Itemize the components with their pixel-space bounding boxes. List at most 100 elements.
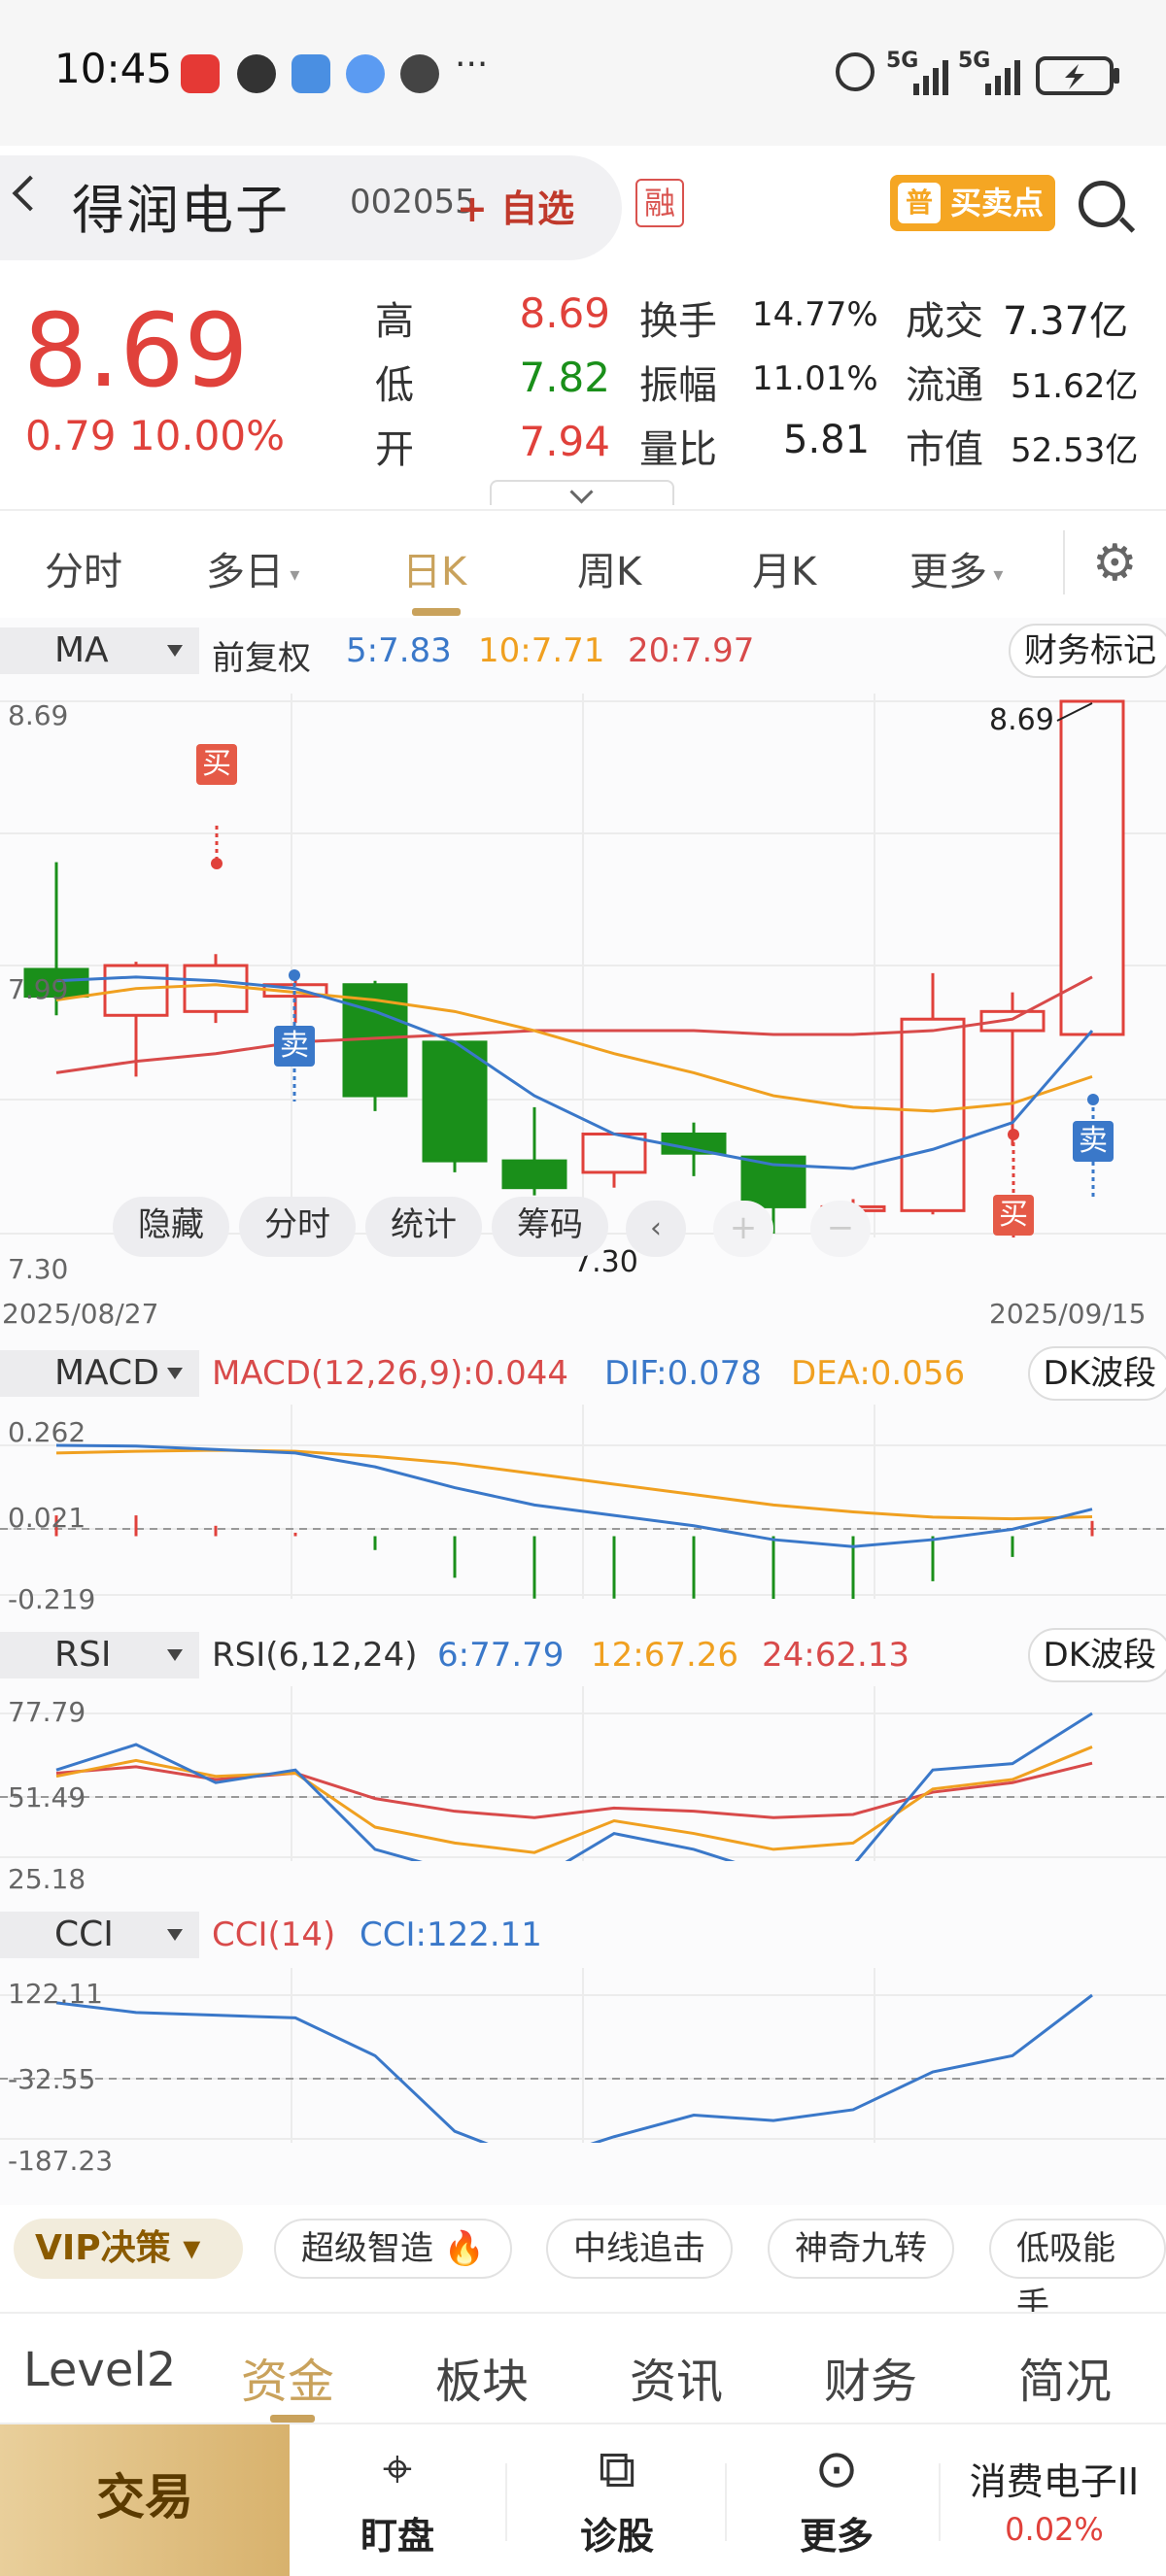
- margin-trading-badge[interactable]: 融: [635, 179, 684, 227]
- kline-y-top: 8.69: [8, 699, 69, 731]
- tab-fenshi[interactable]: 分时: [45, 540, 122, 596]
- buy-marker[interactable]: 买: [196, 744, 237, 785]
- cci-select-label: CCI: [54, 1915, 114, 1954]
- dk-wave-button[interactable]: DK波段: [1027, 1346, 1166, 1401]
- tab-profile[interactable]: 简况: [1018, 2343, 1112, 2411]
- zoom-in-button[interactable]: +: [713, 1201, 773, 1257]
- tab-weekly-k[interactable]: 周K: [577, 540, 641, 596]
- macd-select-label: MACD: [54, 1353, 159, 1393]
- status-bar: 10:45 ··· 5G 5G: [0, 0, 1166, 146]
- tab-news[interactable]: 资讯: [630, 2343, 723, 2411]
- dif-line: [55, 1443, 1093, 1548]
- divider: [505, 2463, 507, 2541]
- turnover-value: 14.77%: [752, 295, 878, 334]
- more-button[interactable]: ⊙ 更多: [764, 2438, 909, 2559]
- open-value: 7.94: [519, 418, 610, 465]
- hide-button[interactable]: 隐藏: [113, 1197, 229, 1257]
- sector-change: 0.02%: [1005, 2511, 1104, 2548]
- tab-funds[interactable]: 资金: [241, 2343, 334, 2411]
- indicator-select-cci[interactable]: CCI: [0, 1912, 199, 1958]
- buy-dot: [1008, 1129, 1019, 1140]
- tab-daily-k[interactable]: 日K: [402, 540, 466, 596]
- vip-decision-button[interactable]: VIP决策 ▾: [14, 2219, 243, 2279]
- buy-marker[interactable]: 买: [993, 1195, 1034, 1236]
- indicator-select-macd[interactable]: MACD: [0, 1350, 199, 1397]
- float-label: 流通: [906, 363, 983, 408]
- add-watchlist-button[interactable]: + 自选: [457, 179, 574, 232]
- sector-name: 消费电子II: [969, 2460, 1140, 2503]
- fenshi-button[interactable]: 分时: [239, 1197, 356, 1257]
- tab-more-label: 更多: [909, 550, 987, 594]
- date-end: 2025/09/15: [989, 1298, 1147, 1330]
- dk-wave-button[interactable]: DK波段: [1027, 1628, 1166, 1682]
- tab-finance[interactable]: 财务: [824, 2343, 917, 2411]
- rsi12-line: [55, 1746, 1093, 1854]
- tab-monthly-k[interactable]: 月K: [752, 540, 816, 596]
- sell-marker[interactable]: 卖: [274, 1026, 315, 1067]
- battery-charging-icon: [1036, 56, 1119, 95]
- watch-button[interactable]: ⌖ 盯盘: [325, 2438, 470, 2559]
- quote-panel: 8.69 0.79 10.00% 高 8.69 低 7.82 开 7.94 换手…: [0, 280, 1166, 505]
- caret-down-icon: ▾: [183, 2228, 201, 2268]
- rsi24-line: [55, 1761, 1093, 1819]
- low-value: 7.82: [519, 354, 610, 401]
- buysell-point-button[interactable]: 普 买卖点: [890, 175, 1055, 231]
- crosshair-icon: ⌖: [382, 2438, 413, 2499]
- dif-value: DIF:0.078: [604, 1354, 762, 1393]
- macd-chart[interactable]: [0, 1405, 1166, 1599]
- trade-button[interactable]: 交易: [0, 2424, 290, 2576]
- candle-body: [422, 1040, 488, 1163]
- signal-icon: [985, 60, 1020, 95]
- mktcap-label: 市值: [906, 427, 983, 472]
- divider: [939, 2463, 941, 2541]
- ma-select-label: MA: [54, 630, 109, 670]
- caret-down-icon: ▾: [987, 562, 1004, 586]
- sell-dot: [289, 969, 300, 981]
- bottom-action-bar: 交易 ⌖ 盯盘 ⧉ 诊股 ⊙ 更多 消费电子II 0.02%: [0, 2423, 1166, 2576]
- financial-marker-button[interactable]: 财务标记: [1009, 624, 1166, 678]
- sell-dot: [1087, 1094, 1099, 1105]
- kline-chart[interactable]: [0, 694, 1166, 1237]
- rsi-y-bot: 25.18: [8, 1863, 86, 1895]
- adj-label[interactable]: 前复权: [212, 631, 311, 679]
- scroll-left-button[interactable]: ‹: [626, 1201, 686, 1257]
- magic-nine-button[interactable]: 神奇九转: [768, 2219, 954, 2279]
- pulse-chart-icon: ⧉: [598, 2438, 636, 2499]
- dropdown-icon: [167, 1368, 183, 1379]
- sell-marker[interactable]: 卖: [1073, 1121, 1114, 1162]
- vip-strip: VIP决策 ▾ 超级智造 🔥 中线追击 神奇九转 低吸能手: [0, 2205, 1166, 2324]
- expand-quote-button[interactable]: [490, 480, 674, 505]
- bull-icon: [237, 54, 276, 93]
- chat-icon: [346, 54, 385, 93]
- low-label: 低: [375, 363, 414, 408]
- cci-chart[interactable]: [0, 1968, 1166, 2143]
- gear-icon[interactable]: ⚙: [1092, 534, 1138, 593]
- buysell-label: 买卖点: [950, 185, 1045, 221]
- candle-body: [900, 1017, 966, 1212]
- zoom-out-button[interactable]: −: [810, 1201, 871, 1257]
- midline-chase-button[interactable]: 中线追击: [546, 2219, 733, 2279]
- rsi24-value: 24:62.13: [762, 1636, 910, 1675]
- app-notification-icon: [181, 54, 220, 93]
- indicator-select-ma[interactable]: MA: [0, 627, 199, 674]
- tab-level2[interactable]: Level2: [23, 2343, 176, 2397]
- smart-make-button[interactable]: 超级智造 🔥: [274, 2219, 513, 2279]
- stats-button[interactable]: 统计: [365, 1197, 482, 1257]
- sector-quote[interactable]: 消费电子II 0.02%: [952, 2452, 1156, 2548]
- low-buy-button[interactable]: 低吸能手: [989, 2219, 1166, 2324]
- last-price: 8.69: [23, 291, 249, 410]
- cci-y-top: 122.11: [8, 1978, 103, 2010]
- chips-button[interactable]: 筹码: [492, 1197, 608, 1257]
- tab-sector[interactable]: 板块: [435, 2343, 529, 2411]
- rsi-chart[interactable]: [0, 1686, 1166, 1861]
- divider: [725, 2463, 727, 2541]
- indicator-select-rsi[interactable]: RSI: [0, 1632, 199, 1678]
- diagnose-button[interactable]: ⧉ 诊股: [544, 2438, 690, 2559]
- amplitude-value: 11.01%: [752, 359, 878, 398]
- rsi6-value: 6:77.79: [437, 1636, 565, 1675]
- more-label: 更多: [799, 2515, 874, 2558]
- tab-more[interactable]: 更多 ▾: [909, 540, 1003, 596]
- tab-multiday[interactable]: 多日 ▾: [206, 540, 299, 596]
- kline-y-bot: 7.30: [8, 1253, 69, 1285]
- search-icon[interactable]: [1079, 181, 1125, 227]
